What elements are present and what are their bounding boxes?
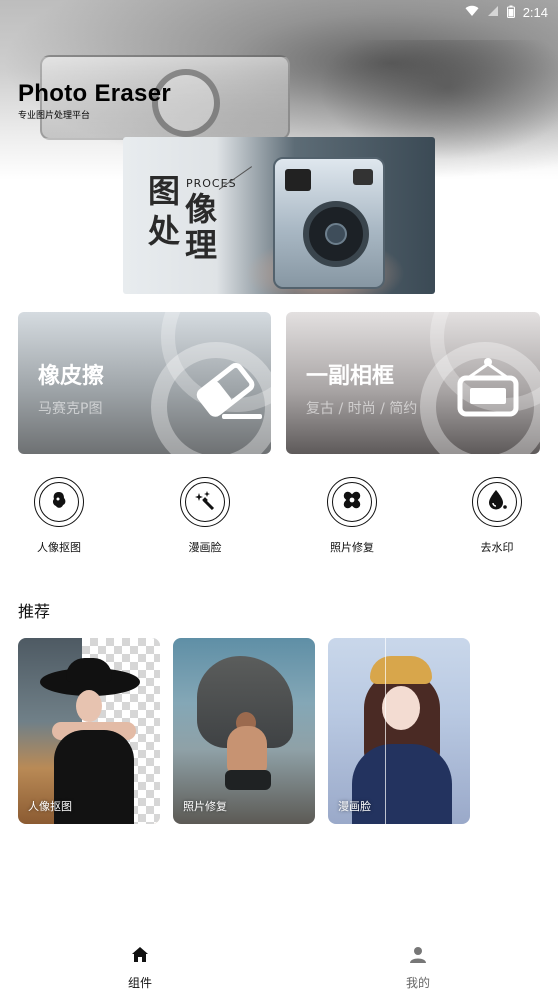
nav-label: 我的 xyxy=(405,976,430,990)
tool-label: 去水印 xyxy=(480,541,514,554)
promo-banner[interactable]: 图 处 像 理 PROCES xyxy=(123,137,435,294)
photo-frame-card-title: 一副相框 xyxy=(306,364,395,389)
bottom-navigation: 组件 我的 xyxy=(0,940,558,992)
tool-comic-face[interactable]: 漫画脸 xyxy=(160,477,250,555)
nav-item-mine[interactable]: 我的 xyxy=(378,946,458,991)
camera-lens xyxy=(303,201,369,267)
recommend-card-comic-face[interactable]: 漫画脸 xyxy=(328,638,470,824)
user-icon xyxy=(378,946,458,966)
eraser-card-subtitle: 马赛克P图 xyxy=(38,401,103,417)
eraser-card[interactable]: 橡皮擦 马赛克P图 xyxy=(18,312,271,454)
tool-photo-repair[interactable]: 照片修复 xyxy=(307,477,397,555)
camera-flash xyxy=(353,169,373,185)
recommend-card-label: 人像抠图 xyxy=(28,800,72,813)
thumbnail-hat xyxy=(370,656,432,684)
banner-char-2: 处 xyxy=(148,212,181,250)
nav-item-components[interactable]: 组件 xyxy=(100,946,180,991)
banner-english-text: PROCES xyxy=(186,177,237,190)
thumbnail-body xyxy=(227,726,267,774)
thumbnail-face xyxy=(382,686,420,730)
tool-label: 漫画脸 xyxy=(188,541,222,554)
app-title: Photo Eraser xyxy=(18,80,171,107)
wifi-icon xyxy=(465,5,479,19)
bandage-icon xyxy=(341,489,363,515)
battery-icon xyxy=(506,5,515,20)
camera-viewfinder xyxy=(285,169,311,191)
recommend-card-photo-repair[interactable]: 照片修复 xyxy=(173,638,315,824)
water-drop-icon xyxy=(487,489,507,515)
camera-lens-glass xyxy=(325,223,347,245)
before-after-split-line xyxy=(385,638,386,824)
portrait-cutout-icon xyxy=(49,490,69,514)
camera-icon xyxy=(273,157,385,289)
thumbnail-face xyxy=(76,690,102,722)
tool-remove-watermark[interactable]: 去水印 xyxy=(452,477,542,555)
thumbnail-shorts xyxy=(225,770,271,790)
tool-portrait-cutout[interactable]: 人像抠图 xyxy=(14,477,104,555)
photo-frame-icon xyxy=(456,356,520,420)
home-icon xyxy=(100,946,180,966)
recommend-card-label: 漫画脸 xyxy=(338,800,371,813)
tool-label: 人像抠图 xyxy=(37,541,81,554)
sparkle-wand-icon xyxy=(195,490,215,514)
tool-label: 照片修复 xyxy=(330,541,374,554)
photo-frame-card-subtitle: 复古 / 时尚 / 简约 xyxy=(306,401,418,417)
photo-frame-card[interactable]: 一副相框 复古 / 时尚 / 简约 xyxy=(286,312,540,454)
eraser-card-title: 橡皮擦 xyxy=(38,364,105,389)
app-subtitle: 专业图片处理平台 xyxy=(18,111,91,121)
signal-icon xyxy=(487,5,499,19)
recommend-card-portrait-cutout[interactable]: 人像抠图 xyxy=(18,638,160,824)
eraser-icon xyxy=(196,362,264,422)
thumbnail-hat-top xyxy=(66,658,112,682)
nav-label: 组件 xyxy=(127,976,152,990)
banner-char-4: 理 xyxy=(185,226,218,264)
banner-char-1: 图 xyxy=(148,172,181,210)
status-time: 2:14 xyxy=(522,4,548,20)
recommend-card-label: 照片修复 xyxy=(183,800,227,813)
recommend-section-title: 推荐 xyxy=(18,602,51,621)
banner-char-3: 像 xyxy=(185,190,218,228)
status-bar: 2:14 xyxy=(0,0,558,24)
